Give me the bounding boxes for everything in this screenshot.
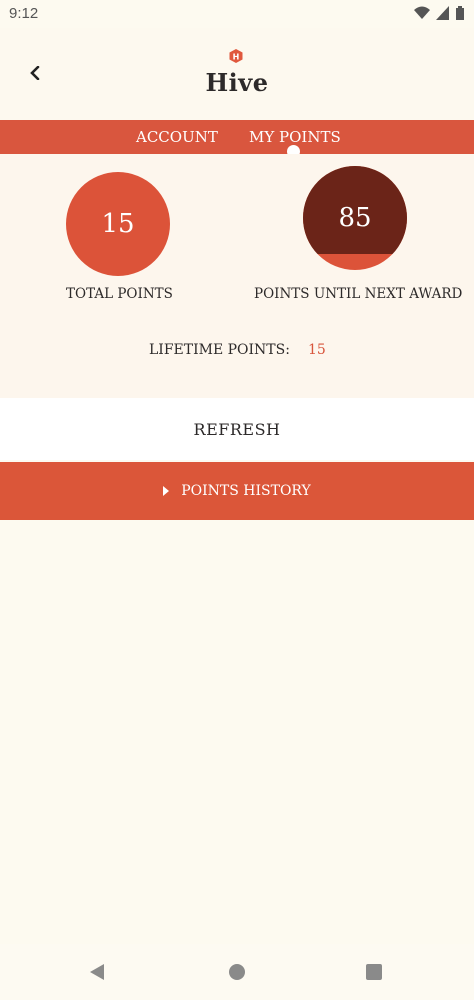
app-header: H Hive [0, 28, 474, 120]
status-icons [414, 6, 464, 20]
nav-recents-icon[interactable] [366, 964, 382, 980]
points-history-button[interactable]: POINTS HISTORY [0, 462, 474, 520]
nav-home-icon[interactable] [229, 964, 245, 980]
points-history-label: POINTS HISTORY [181, 483, 311, 499]
battery-icon [456, 6, 464, 20]
system-nav-bar [0, 944, 474, 1000]
caret-right-icon [163, 486, 170, 496]
next-award-value: 85 [338, 203, 372, 233]
lifetime-points-value: 15 [307, 342, 326, 358]
tab-bar: ACCOUNT MY POINTS [0, 120, 474, 154]
tab-account[interactable]: ACCOUNT [136, 128, 218, 146]
points-summary: 15 85 TOTAL POINTS POINTS UNTIL NEXT AWA… [0, 154, 474, 398]
total-points-circle: 15 [66, 172, 170, 276]
status-time: 9:12 [9, 5, 39, 22]
lifetime-points-label: LIFETIME POINTS: [149, 342, 290, 358]
tab-my-points[interactable]: MY POINTS [249, 128, 341, 146]
status-bar: 9:12 [0, 0, 474, 28]
svg-text:H: H [233, 53, 240, 62]
refresh-button[interactable]: REFRESH [0, 398, 474, 460]
next-award-label: POINTS UNTIL NEXT AWARD [254, 286, 463, 302]
lifetime-points: LIFETIME POINTS: 15 [149, 342, 326, 358]
wifi-icon [414, 6, 430, 19]
total-points-value: 15 [101, 209, 135, 239]
signal-icon [436, 6, 449, 20]
hive-logo-mark: H [229, 49, 243, 63]
app-title: Hive [205, 68, 269, 97]
total-points-label: TOTAL POINTS [66, 286, 173, 302]
nav-back-icon[interactable] [90, 964, 106, 980]
next-award-circle: 85 [303, 166, 407, 270]
